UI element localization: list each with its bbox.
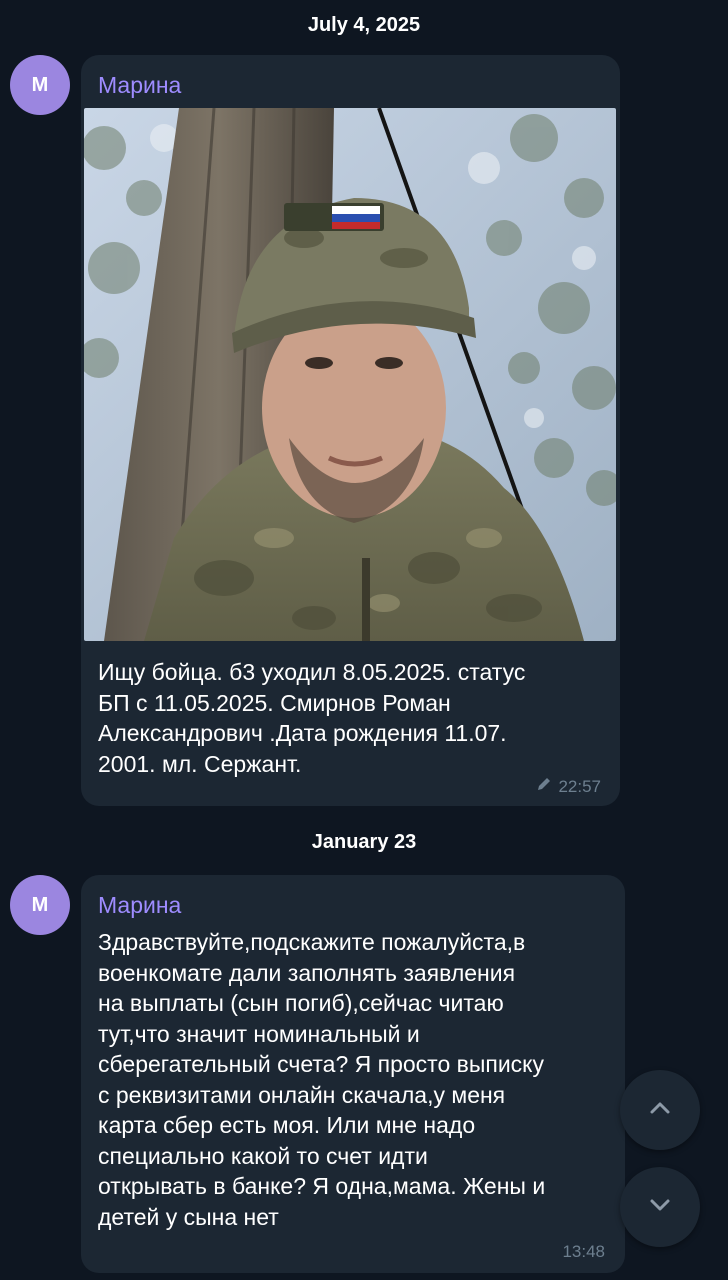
message-bubble[interactable]: Марина Ищу бойца. б3 уходил 8.05.2025. с… [81,55,620,806]
scroll-down-button[interactable] [620,1167,700,1247]
chat-view[interactable]: July 4, 2025 M Марина Ищу бойца. б3 уход… [0,0,728,1280]
avatar[interactable]: M [10,55,70,115]
avatar[interactable]: M [10,875,70,935]
scroll-up-button[interactable] [620,1070,700,1150]
message-time: 22:57 [558,776,601,796]
message-text: Ищу бойца. б3 уходил 8.05.2025. статус Б… [98,659,526,777]
date-separator: July 4, 2025 [307,14,421,36]
message-meta: 13:48 [562,1242,605,1262]
message-text: Здравствуйте,подскажите пожалуйста,в вое… [98,929,546,1230]
avatar-letter: M [31,893,49,916]
message-meta: 22:57 [536,776,601,797]
avatar-letter: M [31,73,49,96]
pencil-icon [536,776,552,797]
sender-name[interactable]: Марина [98,892,181,919]
message-bubble[interactable]: Марина Здравствуйте,подскажите пожалуйст… [81,875,625,1273]
sender-name[interactable]: Марина [98,72,181,99]
date-separator: January 23 [311,831,417,853]
chevron-up-icon [647,1095,673,1126]
chevron-down-icon [647,1192,673,1223]
message-time: 13:48 [562,1242,605,1261]
message-photo[interactable] [84,108,616,641]
